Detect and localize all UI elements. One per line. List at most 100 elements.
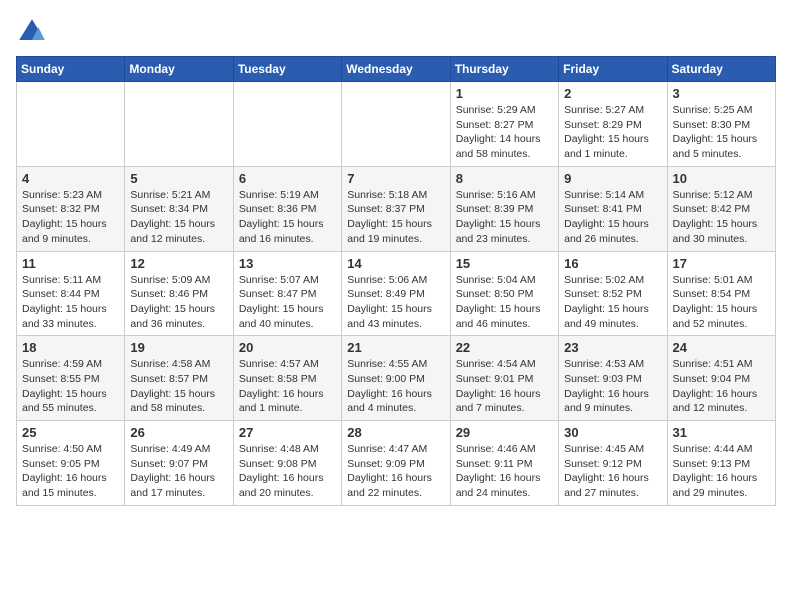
day-info: Sunrise: 5:16 AM Sunset: 8:39 PM Dayligh… [456,188,553,247]
calendar-cell: 19 Sunrise: 4:58 AM Sunset: 8:57 PM Dayli… [125,336,233,421]
page-header [16,16,776,48]
day-number: 7 [347,171,444,186]
day-number: 10 [673,171,770,186]
day-number: 17 [673,256,770,271]
calendar-cell: 13 Sunrise: 5:07 AM Sunset: 8:47 PM Dayli… [233,251,341,336]
day-number: 11 [22,256,119,271]
calendar-cell: 14 Sunrise: 5:06 AM Sunset: 8:49 PM Dayli… [342,251,450,336]
logo [16,16,52,48]
day-number: 16 [564,256,661,271]
day-info: Sunrise: 4:45 AM Sunset: 9:12 PM Dayligh… [564,442,661,501]
day-info: Sunrise: 4:44 AM Sunset: 9:13 PM Dayligh… [673,442,770,501]
calendar-week-row: 18 Sunrise: 4:59 AM Sunset: 8:55 PM Dayli… [17,336,776,421]
day-header-thursday: Thursday [450,57,558,82]
day-info: Sunrise: 5:14 AM Sunset: 8:41 PM Dayligh… [564,188,661,247]
calendar-cell: 15 Sunrise: 5:04 AM Sunset: 8:50 PM Dayli… [450,251,558,336]
calendar-cell: 26Sunrise: 4:49 AM Sunset: 9:07 PM Dayli… [125,421,233,506]
day-number: 22 [456,340,553,355]
day-info: Sunrise: 4:58 AM Sunset: 8:57 PM Dayligh… [130,357,227,416]
day-number: 23 [564,340,661,355]
day-info: Sunrise: 5:12 AM Sunset: 8:42 PM Dayligh… [673,188,770,247]
day-info: Sunrise: 4:59 AM Sunset: 8:55 PM Dayligh… [22,357,119,416]
day-number: 29 [456,425,553,440]
calendar-week-row: 1Sunrise: 5:29 AM Sunset: 8:27 PM Daylig… [17,82,776,167]
calendar-cell: 5 Sunrise: 5:21 AM Sunset: 8:34 PM Daylig… [125,166,233,251]
day-info: Sunrise: 4:47 AM Sunset: 9:09 PM Dayligh… [347,442,444,501]
day-number: 20 [239,340,336,355]
calendar-cell: 11 Sunrise: 5:11 AM Sunset: 8:44 PM Dayli… [17,251,125,336]
day-number: 6 [239,171,336,186]
day-info: Sunrise: 4:48 AM Sunset: 9:08 PM Dayligh… [239,442,336,501]
day-info: Sunrise: 5:02 AM Sunset: 8:52 PM Dayligh… [564,273,661,332]
day-number: 19 [130,340,227,355]
day-info: Sunrise: 4:53 AM Sunset: 9:03 PM Dayligh… [564,357,661,416]
day-info: Sunrise: 5:07 AM Sunset: 8:47 PM Dayligh… [239,273,336,332]
day-info: Sunrise: 4:55 AM Sunset: 9:00 PM Dayligh… [347,357,444,416]
calendar-cell: 8 Sunrise: 5:16 AM Sunset: 8:39 PM Daylig… [450,166,558,251]
day-number: 24 [673,340,770,355]
day-header-sunday: Sunday [17,57,125,82]
day-info: Sunrise: 5:29 AM Sunset: 8:27 PM Dayligh… [456,103,553,162]
day-number: 25 [22,425,119,440]
calendar-cell: 12 Sunrise: 5:09 AM Sunset: 8:46 PM Dayli… [125,251,233,336]
day-info: Sunrise: 5:23 AM Sunset: 8:32 PM Dayligh… [22,188,119,247]
calendar-cell: 9 Sunrise: 5:14 AM Sunset: 8:41 PM Daylig… [559,166,667,251]
day-info: Sunrise: 4:54 AM Sunset: 9:01 PM Dayligh… [456,357,553,416]
day-number: 14 [347,256,444,271]
day-info: Sunrise: 4:57 AM Sunset: 8:58 PM Dayligh… [239,357,336,416]
day-number: 4 [22,171,119,186]
day-number: 9 [564,171,661,186]
day-info: Sunrise: 5:19 AM Sunset: 8:36 PM Dayligh… [239,188,336,247]
calendar-cell [233,82,341,167]
calendar-cell [125,82,233,167]
day-header-monday: Monday [125,57,233,82]
day-number: 21 [347,340,444,355]
day-info: Sunrise: 5:06 AM Sunset: 8:49 PM Dayligh… [347,273,444,332]
calendar-cell: 10 Sunrise: 5:12 AM Sunset: 8:42 PM Dayli… [667,166,775,251]
calendar-cell: 29 Sunrise: 4:46 AM Sunset: 9:11 PM Dayli… [450,421,558,506]
day-info: Sunrise: 4:51 AM Sunset: 9:04 PM Dayligh… [673,357,770,416]
calendar-cell: 1Sunrise: 5:29 AM Sunset: 8:27 PM Daylig… [450,82,558,167]
calendar-cell: 7 Sunrise: 5:18 AM Sunset: 8:37 PM Daylig… [342,166,450,251]
calendar-week-row: 11 Sunrise: 5:11 AM Sunset: 8:44 PM Dayli… [17,251,776,336]
day-info: Sunrise: 4:46 AM Sunset: 9:11 PM Dayligh… [456,442,553,501]
day-number: 5 [130,171,227,186]
day-info: Sunrise: 5:21 AM Sunset: 8:34 PM Dayligh… [130,188,227,247]
day-number: 31 [673,425,770,440]
day-info: Sunrise: 5:09 AM Sunset: 8:46 PM Dayligh… [130,273,227,332]
day-number: 15 [456,256,553,271]
calendar-cell [342,82,450,167]
calendar-week-row: 4 Sunrise: 5:23 AM Sunset: 8:32 PM Daylig… [17,166,776,251]
calendar-cell: 6 Sunrise: 5:19 AM Sunset: 8:36 PM Daylig… [233,166,341,251]
day-number: 8 [456,171,553,186]
day-info: Sunrise: 5:11 AM Sunset: 8:44 PM Dayligh… [22,273,119,332]
day-info: Sunrise: 4:49 AM Sunset: 9:07 PM Dayligh… [130,442,227,501]
calendar-cell: 31 Sunrise: 4:44 AM Sunset: 9:13 PM Dayli… [667,421,775,506]
calendar-table: SundayMondayTuesdayWednesdayThursdayFrid… [16,56,776,506]
calendar-header-row: SundayMondayTuesdayWednesdayThursdayFrid… [17,57,776,82]
day-header-saturday: Saturday [667,57,775,82]
day-info: Sunrise: 5:18 AM Sunset: 8:37 PM Dayligh… [347,188,444,247]
day-info: Sunrise: 5:27 AM Sunset: 8:29 PM Dayligh… [564,103,661,162]
logo-icon [16,16,48,48]
day-number: 2 [564,86,661,101]
day-number: 13 [239,256,336,271]
calendar-cell: 23 Sunrise: 4:53 AM Sunset: 9:03 PM Dayli… [559,336,667,421]
day-number: 3 [673,86,770,101]
calendar-cell: 17Sunrise: 5:01 AM Sunset: 8:54 PM Dayli… [667,251,775,336]
calendar-cell: 22 Sunrise: 4:54 AM Sunset: 9:01 PM Dayli… [450,336,558,421]
calendar-cell: 20 Sunrise: 4:57 AM Sunset: 8:58 PM Dayli… [233,336,341,421]
day-info: Sunrise: 5:04 AM Sunset: 8:50 PM Dayligh… [456,273,553,332]
day-header-friday: Friday [559,57,667,82]
calendar-cell: 3Sunrise: 5:25 AM Sunset: 8:30 PM Daylig… [667,82,775,167]
day-number: 18 [22,340,119,355]
day-header-tuesday: Tuesday [233,57,341,82]
calendar-cell: 18 Sunrise: 4:59 AM Sunset: 8:55 PM Dayli… [17,336,125,421]
day-info: Sunrise: 4:50 AM Sunset: 9:05 PM Dayligh… [22,442,119,501]
calendar-cell: 30Sunrise: 4:45 AM Sunset: 9:12 PM Dayli… [559,421,667,506]
calendar-cell: 24 Sunrise: 4:51 AM Sunset: 9:04 PM Dayli… [667,336,775,421]
day-number: 12 [130,256,227,271]
calendar-cell: 16 Sunrise: 5:02 AM Sunset: 8:52 PM Dayli… [559,251,667,336]
calendar-cell: 25 Sunrise: 4:50 AM Sunset: 9:05 PM Dayli… [17,421,125,506]
day-number: 27 [239,425,336,440]
